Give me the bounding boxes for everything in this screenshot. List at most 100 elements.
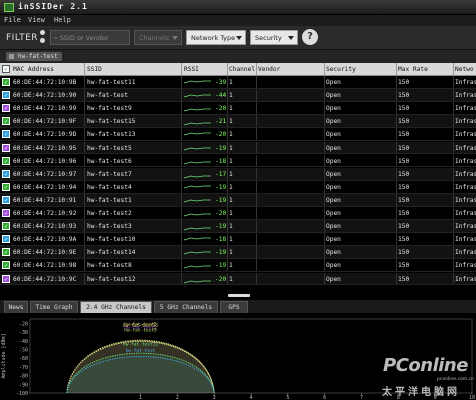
table-row[interactable]: ✓ 60:DE:44:72:10:93 hw-fat-test3 1 Open 150 In… bbox=[0, 220, 476, 233]
row-checkbox[interactable]: ✓ bbox=[2, 91, 10, 100]
channel-cell: 1 bbox=[229, 105, 233, 113]
max-rate-cell: 150 bbox=[398, 210, 410, 217]
mac-cell: 60:DE:44:72:10:99 bbox=[13, 105, 77, 113]
max-rate-cell: 150 bbox=[398, 170, 410, 178]
column-header-security[interactable]: Security bbox=[326, 66, 356, 73]
security-cell: Open bbox=[326, 170, 341, 178]
column-header-ssid[interactable]: SSID bbox=[87, 66, 102, 73]
column-header-network[interactable]: Netwo bbox=[455, 66, 474, 73]
column-header-max-rate[interactable]: Max Rate bbox=[398, 66, 428, 73]
mac-cell: 60:DE:44:72:10:9B bbox=[13, 79, 77, 86]
tab-2-4ghz-channels[interactable]: 2.4 GHz Channels bbox=[80, 301, 152, 313]
security-cell: Open bbox=[326, 118, 341, 126]
security-filter[interactable]: Security bbox=[250, 30, 298, 45]
security-cell: Open bbox=[326, 210, 341, 217]
row-checkbox[interactable]: ✓ bbox=[2, 222, 10, 231]
panel-splitter-handle[interactable] bbox=[228, 294, 250, 297]
network-type-cell: Infrast bbox=[455, 118, 476, 126]
row-checkbox[interactable]: ✓ bbox=[2, 117, 10, 126]
table-row[interactable]: ✓ 60:DE:44:72:10:9F hw-fat-test15 1 Open 150 I… bbox=[0, 115, 476, 129]
channel-cell: 1 bbox=[229, 275, 233, 283]
table-row[interactable]: ✓ 60:DE:44:72:10:9B hw-fat-test11 1 Open 150 I… bbox=[0, 76, 476, 89]
row-checkbox[interactable]: ✓ bbox=[2, 182, 10, 191]
row-checkbox[interactable]: ✓ bbox=[2, 235, 10, 244]
menu-help[interactable]: Help bbox=[54, 16, 71, 24]
max-rate-cell: 150 bbox=[398, 236, 410, 244]
menu-file[interactable]: File bbox=[4, 16, 21, 24]
table-row[interactable]: ✓ 60:DE:44:72:10:99 hw-fat-test9 1 Open 150 In… bbox=[0, 102, 476, 116]
row-checkbox[interactable]: ✓ bbox=[2, 143, 10, 152]
y-tick-label: -70 bbox=[19, 365, 28, 371]
table-row[interactable]: ✓ 60:DE:44:72:10:9D hw-fat-test13 1 Open 150 I… bbox=[0, 128, 476, 142]
row-checkbox[interactable]: ✓ bbox=[2, 248, 10, 257]
row-checkbox[interactable]: ✓ bbox=[2, 209, 10, 217]
channel-cell: 1 bbox=[229, 210, 233, 217]
watermark-site: 太平洋电脑网 bbox=[382, 387, 460, 398]
remove-filter-icon[interactable] bbox=[9, 54, 14, 59]
ssid-search-placeholder: SSID or Vendor bbox=[59, 34, 109, 42]
table-row[interactable]: ✓ 60:DE:44:72:10:9E hw-fat-test14 1 Open 150 I… bbox=[0, 246, 476, 260]
row-checkbox[interactable]: ✓ bbox=[2, 78, 10, 86]
mac-cell: 60:DE:44:72:10:92 bbox=[13, 210, 77, 217]
ssid-cell: hw-fat-test13 bbox=[87, 131, 136, 139]
ssid-cell: hw-fat-test1 bbox=[87, 196, 132, 204]
channel-cell: 1 bbox=[229, 249, 233, 257]
bottom-tab-bar: News Time Graph 2.4 GHz Channels 5 GHz C… bbox=[0, 300, 476, 313]
network-type-cell: Infrast bbox=[455, 131, 476, 139]
series-label: hw-fat-test11 bbox=[123, 341, 159, 347]
max-rate-cell: 150 bbox=[398, 183, 410, 191]
security-cell: Open bbox=[326, 144, 341, 152]
select-all-checkbox[interactable]: ✓ bbox=[2, 65, 10, 73]
row-checkbox[interactable]: ✓ bbox=[2, 274, 10, 283]
channel-cell: 1 bbox=[229, 236, 233, 244]
ssid-cell: hw-fat-test10 bbox=[87, 236, 136, 244]
row-checkbox[interactable]: ✓ bbox=[2, 104, 10, 113]
title-bar: inSSIDer 2.1 bbox=[0, 0, 476, 15]
y-tick-label: -30 bbox=[19, 330, 28, 336]
tab-gps[interactable]: GPS bbox=[220, 301, 248, 313]
rssi-cell: -39 bbox=[215, 79, 227, 86]
channel-cell: 1 bbox=[229, 79, 233, 86]
table-row[interactable]: ✓ 60:DE:44:72:10:9A hw-fat-test10 1 Open 150 I… bbox=[0, 233, 476, 247]
tab-5ghz-channels[interactable]: 5 GHz Channels bbox=[154, 301, 218, 313]
channel-cell: 1 bbox=[229, 144, 233, 152]
series-label: hw-fat-test bbox=[126, 348, 156, 354]
ssid-search-input[interactable]: ⌕ SSID or Vendor bbox=[50, 30, 130, 45]
network-type-cell: Infrast bbox=[455, 157, 476, 165]
security-cell: Open bbox=[326, 223, 341, 231]
tab-news[interactable]: News bbox=[4, 301, 28, 313]
ssid-cell: hw-fat-test7 bbox=[87, 170, 132, 178]
row-checkbox[interactable]: ✓ bbox=[2, 195, 10, 204]
column-header-vendor[interactable]: Vendor bbox=[258, 66, 280, 73]
table-row[interactable]: ✓ 60:DE:44:72:10:9C hw-fat-test12 1 Open 150 I… bbox=[0, 272, 476, 286]
security-cell: Open bbox=[326, 157, 341, 165]
network-type-filter[interactable]: Network Type bbox=[186, 30, 246, 45]
active-filter-tag[interactable]: hw-fat-test bbox=[6, 52, 62, 61]
security-cell: Open bbox=[326, 196, 341, 204]
row-checkbox[interactable]: ✓ bbox=[2, 261, 10, 270]
filter-toggle-icon[interactable] bbox=[40, 30, 46, 46]
column-header-channel[interactable]: Channel bbox=[229, 66, 255, 73]
column-header-mac[interactable]: MAC Address bbox=[13, 66, 54, 73]
table-row[interactable]: ✓ 60:DE:44:72:10:94 hw-fat-test4 1 Open 150 In… bbox=[0, 180, 476, 194]
help-button[interactable]: ? bbox=[302, 29, 318, 45]
menu-bar: File View Help bbox=[0, 15, 476, 26]
table-row[interactable]: ✓ 60:DE:44:72:10:92 hw-fat-test2 1 Open 150 In… bbox=[0, 207, 476, 220]
tab-time-graph[interactable]: Time Graph bbox=[30, 301, 78, 313]
row-checkbox[interactable]: ✓ bbox=[2, 169, 10, 178]
table-row[interactable]: ✓ 60:DE:44:72:10:95 hw-fat-test5 1 Open 150 In… bbox=[0, 141, 476, 155]
column-header-rssi[interactable]: RSSI bbox=[184, 66, 199, 73]
menu-view[interactable]: View bbox=[28, 16, 45, 24]
table-row[interactable]: ✓ 60:DE:44:72:10:90 hw-fat-test 1 Open 150 Inf… bbox=[0, 89, 476, 102]
channels-filter[interactable]: Channels bbox=[134, 30, 182, 45]
row-checkbox[interactable]: ✓ bbox=[2, 130, 10, 139]
table-row[interactable]: ✓ 60:DE:44:72:10:98 hw-fat-test8 1 Open 150 In… bbox=[0, 259, 476, 273]
rssi-cell: -19 bbox=[215, 223, 227, 231]
table-row[interactable]: ✓ 60:DE:44:72:10:91 hw-fat-test1 1 Open 150 In… bbox=[0, 193, 476, 207]
table-row[interactable]: ✓ 60:DE:44:72:10:96 hw-fat-test6 1 Open 150 In… bbox=[0, 154, 476, 168]
y-axis-label: Amplitude [dBm] bbox=[1, 333, 7, 378]
ssid-cell: hw-fat-test4 bbox=[87, 183, 132, 191]
mac-cell: 60:DE:44:72:10:98 bbox=[13, 262, 77, 270]
table-row[interactable]: ✓ 60:DE:44:72:10:97 hw-fat-test7 1 Open 150 In… bbox=[0, 167, 476, 181]
row-checkbox[interactable]: ✓ bbox=[2, 156, 10, 165]
